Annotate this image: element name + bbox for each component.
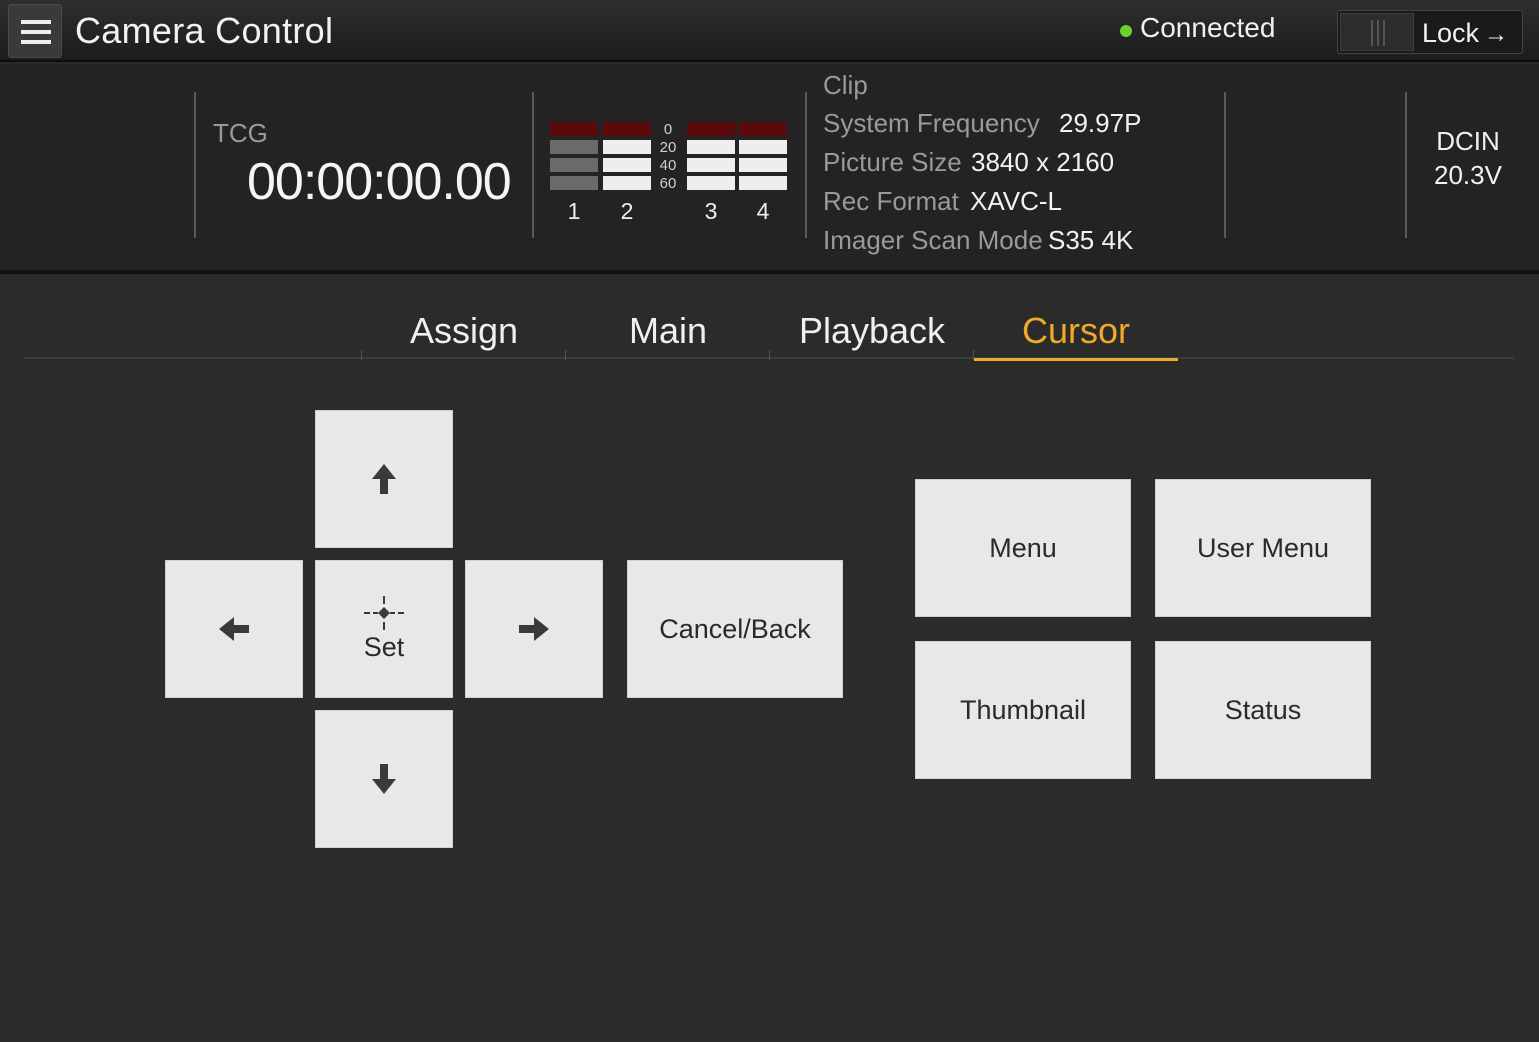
- meter-segment: [603, 176, 651, 190]
- crosshair-icon: [364, 595, 404, 630]
- imager-scan-mode-value: S35 4K: [1048, 225, 1134, 255]
- divider: [805, 92, 807, 238]
- lock-label: Lock: [1422, 18, 1480, 48]
- connection-status: Connected: [1140, 12, 1276, 43]
- meter-segment: [687, 140, 735, 154]
- power-voltage-value: 20.3V: [1434, 160, 1502, 190]
- tab-main[interactable]: Main: [565, 310, 770, 360]
- arrow-down-icon: [372, 764, 396, 794]
- meter-segment: [550, 140, 598, 154]
- lock-toggle[interactable]: Lock →: [1337, 10, 1523, 54]
- tab-playback[interactable]: Playback: [769, 310, 974, 360]
- meter-segment: [739, 122, 787, 136]
- picture-size-value: 3840 x 2160: [971, 147, 1115, 177]
- audio-meter-ch1: [550, 122, 598, 192]
- lock-arrow-icon: →: [1484, 21, 1508, 48]
- connection-indicator-icon: [1120, 25, 1132, 37]
- meter-segment: [687, 122, 735, 136]
- thumbnail-label: Thumbnail: [959, 694, 1087, 725]
- audio-meter-ch3: [687, 122, 735, 192]
- meter-segment: [603, 140, 651, 154]
- cursor-up-button[interactable]: [315, 410, 453, 548]
- status-panel: TCG 00:00:00.00 0 20 40 60 1 2 3 4 Clip …: [0, 64, 1539, 270]
- tab-label: Assign: [409, 310, 519, 351]
- meter-scale-label: 40: [659, 157, 677, 174]
- meter-channel-label: 2: [620, 198, 634, 224]
- tab-label: Cursor: [1021, 310, 1131, 351]
- arrow-up-icon: [372, 464, 396, 494]
- thumbnail-button[interactable]: Thumbnail: [915, 641, 1131, 779]
- arrow-left-icon: [219, 617, 249, 641]
- meter-segment: [687, 176, 735, 190]
- menu-label: Menu: [989, 532, 1057, 563]
- user-menu-label: User Menu: [1196, 532, 1330, 563]
- meter-segment: [550, 158, 598, 172]
- cursor-down-button[interactable]: [315, 710, 453, 848]
- meter-scale-label: 20: [659, 139, 677, 156]
- cancel-back-button[interactable]: Cancel/Back: [627, 560, 843, 698]
- status-label: Status: [1224, 694, 1302, 725]
- meter-segment: [739, 176, 787, 190]
- set-label: Set: [363, 631, 405, 662]
- clip-heading: Clip: [823, 70, 868, 100]
- menu-button[interactable]: Menu: [915, 479, 1131, 617]
- divider: [1405, 92, 1407, 238]
- divider: [194, 92, 196, 238]
- panel-divider: [0, 270, 1539, 274]
- cursor-right-button[interactable]: [465, 560, 603, 698]
- meter-segment: [739, 140, 787, 154]
- user-menu-button[interactable]: User Menu: [1155, 479, 1371, 617]
- power-source-label: DCIN: [1436, 126, 1500, 156]
- rec-format-label: Rec Format: [823, 186, 959, 216]
- tab-label: Playback: [798, 310, 946, 351]
- tab-label: Main: [628, 310, 708, 351]
- cancel-back-label: Cancel/Back: [659, 613, 811, 644]
- tab-cursor[interactable]: Cursor: [973, 310, 1178, 361]
- arrow-right-icon: [519, 617, 549, 641]
- meter-segment: [739, 158, 787, 172]
- meter-scale-label: 60: [659, 175, 677, 192]
- picture-size-label: Picture Size: [823, 147, 962, 177]
- lock-toggle-knob[interactable]: [1340, 13, 1414, 51]
- set-button[interactable]: Set: [315, 560, 453, 698]
- audio-meter-ch4: [739, 122, 787, 192]
- divider: [1224, 92, 1226, 238]
- app-title: Camera Control: [75, 10, 334, 51]
- imager-scan-mode-label: Imager Scan Mode: [823, 225, 1043, 255]
- system-frequency-value: 29.97P: [1059, 108, 1142, 138]
- meter-segment: [603, 122, 651, 136]
- audio-meter-ch2: [603, 122, 651, 192]
- meter-segment: [550, 176, 598, 190]
- meter-channel-label: 1: [567, 198, 581, 224]
- meter-segment: [550, 122, 598, 136]
- system-frequency-label: System Frequency: [823, 108, 1040, 138]
- tab-assign[interactable]: Assign: [361, 310, 566, 360]
- top-bar: Camera Control Connected Lock →: [0, 0, 1539, 62]
- meter-channel-label: 3: [704, 198, 718, 224]
- meter-segment: [603, 158, 651, 172]
- meter-segment: [687, 158, 735, 172]
- tcg-label: TCG: [213, 118, 268, 148]
- divider: [532, 92, 534, 238]
- meter-channel-label: 4: [756, 198, 770, 224]
- rec-format-value: XAVC-L: [970, 186, 1062, 216]
- hamburger-icon: [21, 20, 51, 24]
- status-button[interactable]: Status: [1155, 641, 1371, 779]
- meter-scale-label: 0: [663, 121, 673, 138]
- hamburger-menu-button[interactable]: [8, 4, 62, 58]
- cursor-left-button[interactable]: [165, 560, 303, 698]
- timecode-value: 00:00:00.00: [247, 153, 512, 211]
